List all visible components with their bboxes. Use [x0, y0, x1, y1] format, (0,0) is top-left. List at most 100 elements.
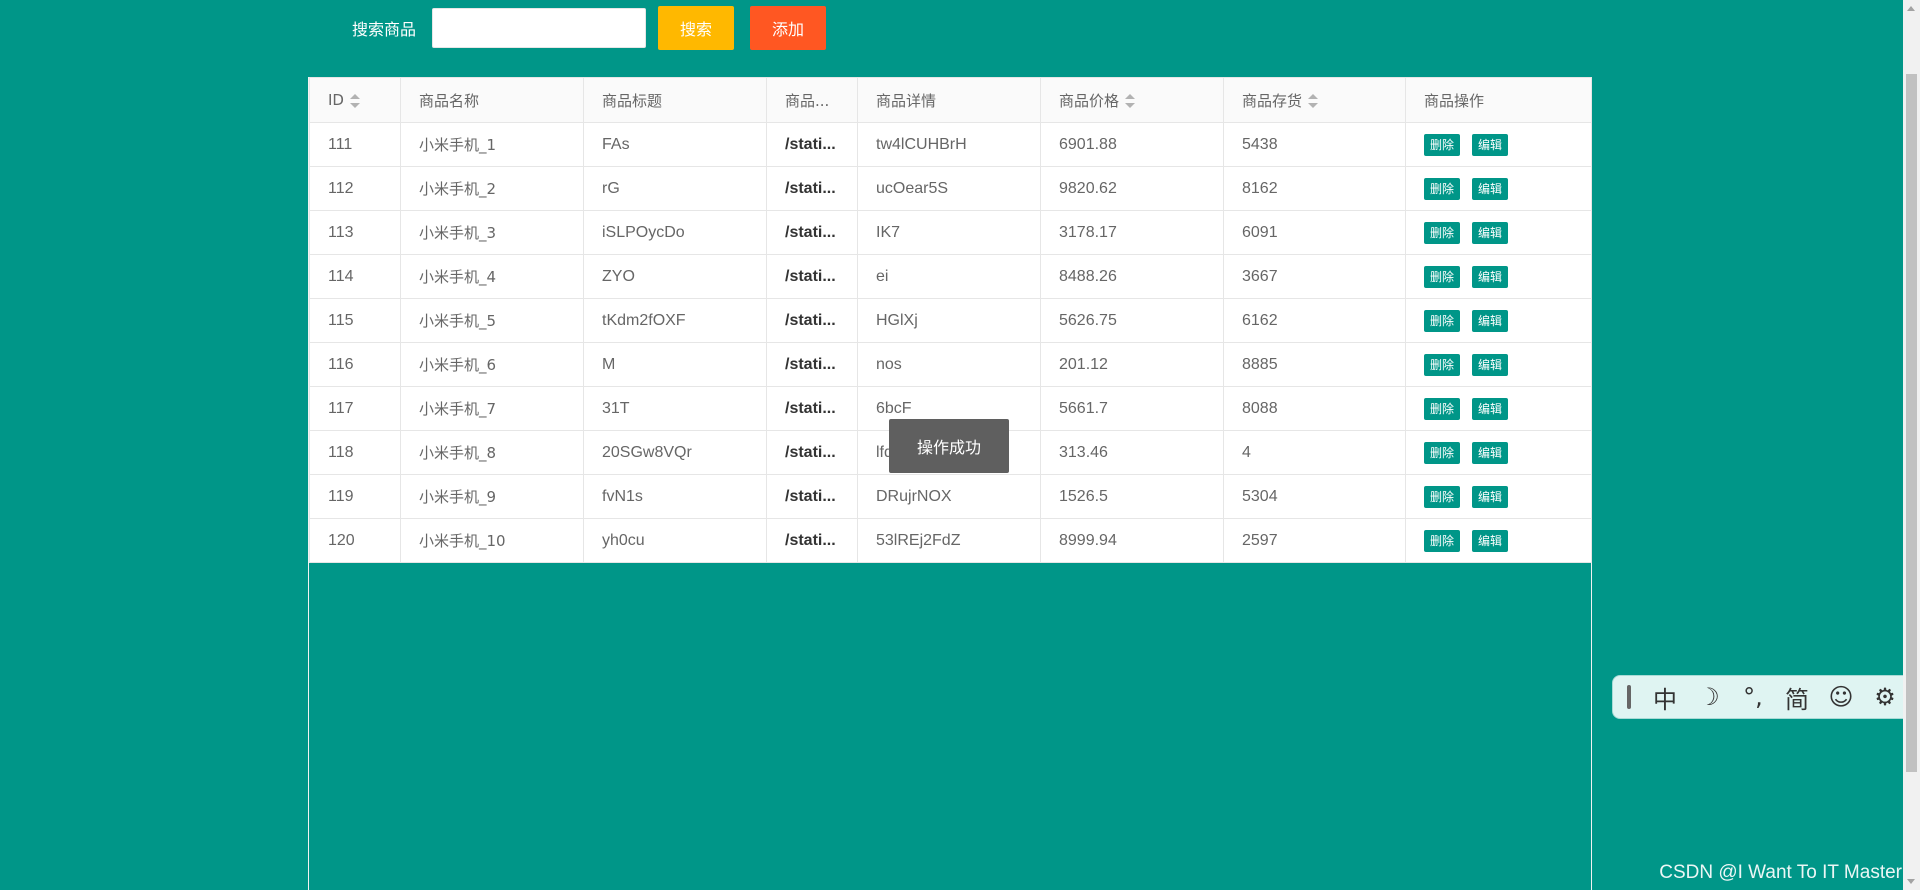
cell-image: /stati... [766, 430, 858, 475]
search-input[interactable] [432, 8, 647, 48]
cell-detail: 53lREj2FdZ [857, 518, 1041, 563]
edit-button[interactable]: 编辑 [1472, 221, 1509, 244]
cell-name: 小米手机_5 [400, 298, 584, 343]
product-table-container: ID 商品名称 商品标题 商品... 商品详情 商品价格 商品存货 商品操作 1… [308, 77, 1592, 890]
cell-title: 20SGw8VQr [583, 430, 767, 475]
header-price[interactable]: 商品价格 [1040, 77, 1224, 123]
ime-chinese-mode-icon[interactable]: 中 [1643, 680, 1687, 715]
cell-price: 6901.88 [1040, 122, 1224, 167]
cell-name: 小米手机_1 [400, 122, 584, 167]
table-row: 112 小米手机_2 rG /stati... ucOear5S 9820.62… [309, 166, 1592, 211]
cell-operations: 删除 编辑 [1405, 518, 1592, 563]
table-row: 114 小米手机_4 ZYO /stati... ei 8488.26 3667… [309, 254, 1592, 299]
search-button[interactable]: 搜索 [658, 6, 735, 50]
edit-button[interactable]: 编辑 [1472, 529, 1509, 552]
ime-half-width-icon[interactable]: ☽ [1687, 683, 1731, 711]
cell-operations: 删除 编辑 [1405, 166, 1592, 211]
cell-title: rG [583, 166, 767, 211]
cell-id: 116 [309, 342, 401, 387]
cell-operations: 删除 编辑 [1405, 430, 1592, 475]
cell-price: 201.12 [1040, 342, 1224, 387]
scroll-down-icon[interactable] [1907, 879, 1915, 884]
cell-name: 小米手机_2 [400, 166, 584, 211]
edit-button[interactable]: 编辑 [1472, 485, 1509, 508]
cell-detail: IK7 [857, 210, 1041, 255]
delete-button[interactable]: 删除 [1424, 177, 1461, 200]
delete-button[interactable]: 删除 [1424, 133, 1461, 156]
cell-stock: 6162 [1223, 298, 1406, 343]
edit-button[interactable]: 编辑 [1472, 353, 1509, 376]
edit-button[interactable]: 编辑 [1472, 133, 1509, 156]
sort-icon[interactable] [349, 93, 360, 108]
vertical-scrollbar[interactable] [1903, 0, 1920, 890]
header-id[interactable]: ID [309, 77, 401, 123]
ime-settings-icon[interactable]: ⚙ [1863, 683, 1907, 711]
edit-button[interactable]: 编辑 [1472, 309, 1509, 332]
cell-detail: ucOear5S [857, 166, 1041, 211]
cell-stock: 2597 [1223, 518, 1406, 563]
ime-punctuation-icon[interactable]: °, [1731, 683, 1775, 711]
cell-stock: 8088 [1223, 386, 1406, 431]
header-title: 商品标题 [583, 77, 767, 123]
ime-toolbar: 中 ☽ °, 简 ☺ ⚙ [1612, 675, 1920, 719]
delete-button[interactable]: 删除 [1424, 529, 1461, 552]
scroll-up-icon[interactable] [1907, 6, 1915, 11]
edit-button[interactable]: 编辑 [1472, 265, 1509, 288]
cell-stock: 8885 [1223, 342, 1406, 387]
table-row: 116 小米手机_6 M /stati... nos 201.12 8885 删… [309, 342, 1592, 387]
header-detail: 商品详情 [857, 77, 1041, 123]
edit-button[interactable]: 编辑 [1472, 397, 1509, 420]
table-row: 120 小米手机_10 yh0cu /stati... 53lREj2FdZ 8… [309, 518, 1592, 563]
delete-button[interactable]: 删除 [1424, 397, 1461, 420]
cell-id: 120 [309, 518, 401, 563]
cell-title: FAs [583, 122, 767, 167]
ime-emoji-icon[interactable]: ☺ [1819, 683, 1863, 711]
cell-operations: 删除 编辑 [1405, 342, 1592, 387]
delete-button[interactable]: 删除 [1424, 221, 1461, 244]
delete-button[interactable]: 删除 [1424, 441, 1461, 464]
cell-price: 5661.7 [1040, 386, 1224, 431]
cell-operations: 删除 编辑 [1405, 298, 1592, 343]
search-label: 搜索商品 [352, 20, 417, 39]
cell-image: /stati... [766, 386, 858, 431]
cell-title: fvN1s [583, 474, 767, 519]
cell-name: 小米手机_3 [400, 210, 584, 255]
cell-operations: 删除 编辑 [1405, 210, 1592, 255]
header-operations: 商品操作 [1405, 77, 1592, 123]
table-row: 119 小米手机_9 fvN1s /stati... DRujrNOX 1526… [309, 474, 1592, 519]
sort-icon[interactable] [1125, 94, 1136, 108]
table-row: 115 小米手机_5 tKdm2fOXF /stati... HGlXj 562… [309, 298, 1592, 343]
cell-name: 小米手机_7 [400, 386, 584, 431]
ime-drag-handle[interactable] [1627, 685, 1631, 709]
cell-stock: 5304 [1223, 474, 1406, 519]
ime-simplified-icon[interactable]: 简 [1775, 680, 1819, 715]
delete-button[interactable]: 删除 [1424, 485, 1461, 508]
delete-button[interactable]: 删除 [1424, 353, 1461, 376]
cell-price: 9820.62 [1040, 166, 1224, 211]
cell-detail: nos [857, 342, 1041, 387]
cell-stock: 5438 [1223, 122, 1406, 167]
header-stock[interactable]: 商品存货 [1223, 77, 1406, 123]
cell-name: 小米手机_4 [400, 254, 584, 299]
cell-price: 3178.17 [1040, 210, 1224, 255]
edit-button[interactable]: 编辑 [1472, 177, 1509, 200]
watermark: CSDN @I Want To IT Master [1659, 862, 1902, 883]
cell-title: ZYO [583, 254, 767, 299]
edit-button[interactable]: 编辑 [1472, 441, 1509, 464]
add-button[interactable]: 添加 [750, 6, 827, 50]
cell-id: 113 [309, 210, 401, 255]
delete-button[interactable]: 删除 [1424, 309, 1461, 332]
cell-stock: 4 [1223, 430, 1406, 475]
delete-button[interactable]: 删除 [1424, 265, 1461, 288]
header-image: 商品... [766, 77, 858, 123]
scroll-thumb[interactable] [1906, 74, 1917, 772]
cell-detail: ei [857, 254, 1041, 299]
sort-icon[interactable] [1308, 94, 1319, 108]
toast-message: 操作成功 [889, 419, 1009, 473]
cell-title: iSLPOycDo [583, 210, 767, 255]
table-row: 111 小米手机_1 FAs /stati... tw4lCUHBrH 6901… [309, 122, 1592, 167]
cell-name: 小米手机_6 [400, 342, 584, 387]
cell-title: 31T [583, 386, 767, 431]
cell-name: 小米手机_10 [400, 518, 584, 563]
cell-title: M [583, 342, 767, 387]
